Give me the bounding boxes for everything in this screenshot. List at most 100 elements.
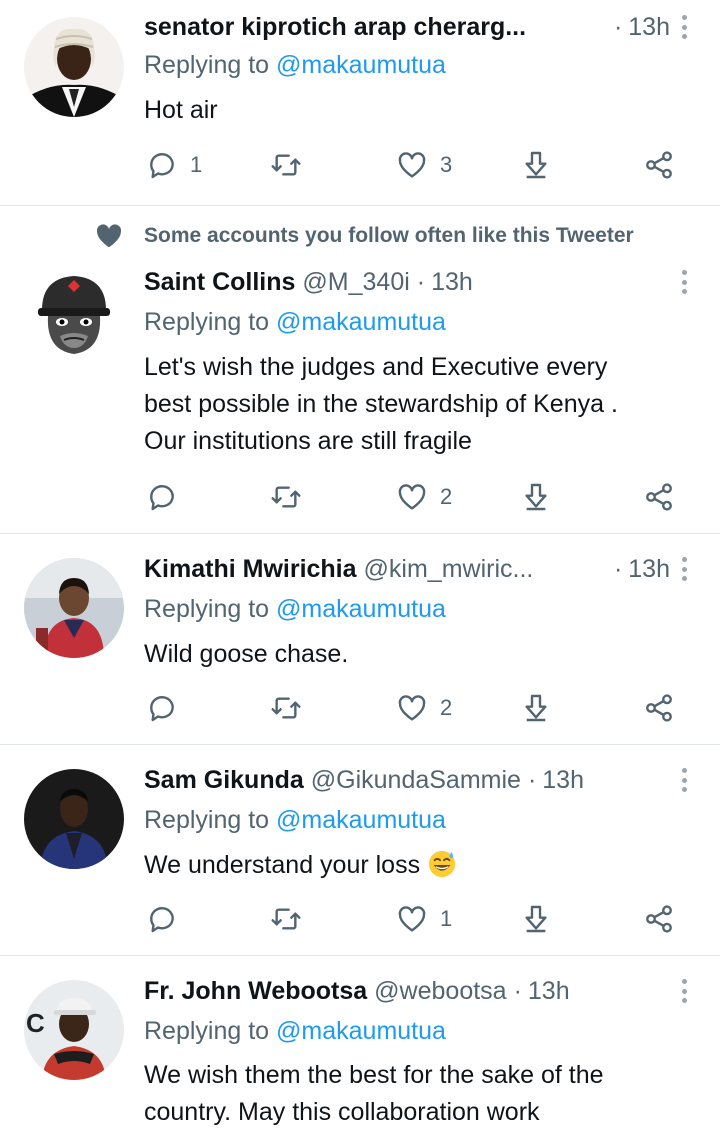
timestamp[interactable]: 13h — [542, 766, 584, 795]
user-handle[interactable]: @GikundaSammie — [311, 766, 521, 795]
heart-icon — [398, 152, 426, 178]
more-options-icon[interactable] — [678, 765, 690, 795]
replying-to: Replying to @makaumutua — [144, 308, 446, 337]
share-icon — [646, 694, 672, 722]
timestamp[interactable]: 13h — [528, 977, 570, 1006]
share-icon — [646, 905, 672, 933]
like-button[interactable]: 1 — [396, 899, 452, 939]
share-button[interactable] — [643, 477, 675, 517]
sweat-smile-emoji — [428, 850, 456, 878]
display-name[interactable]: Saint Collins — [144, 268, 295, 297]
mention-link[interactable]: @makaumutua — [276, 308, 446, 336]
divider — [0, 533, 720, 534]
social-context-text: Some accounts you follow often like this… — [144, 224, 634, 247]
download-button[interactable] — [520, 688, 552, 728]
reply-button[interactable] — [146, 899, 178, 939]
display-name[interactable]: Kimathi Mwirichia — [144, 555, 357, 584]
mention-link[interactable]: @makaumutua — [276, 1017, 446, 1045]
heart-icon — [398, 906, 426, 932]
heart-filled-icon — [96, 224, 122, 248]
svg-text:C: C — [26, 1008, 45, 1038]
reply-icon — [150, 153, 174, 179]
tweet-header: Saint Collins @M_340i · 13h — [144, 264, 670, 300]
download-icon — [525, 151, 547, 179]
retweet-button[interactable] — [270, 688, 302, 728]
timestamp[interactable]: 13h — [431, 268, 473, 297]
avatar[interactable] — [24, 264, 124, 364]
heart-icon — [398, 484, 426, 510]
like-button[interactable]: 2 — [396, 477, 452, 517]
mention-link[interactable]: @makaumutua — [276, 806, 446, 834]
avatar[interactable] — [24, 17, 124, 117]
timestamp[interactable]: 13h — [628, 555, 670, 584]
avatar[interactable]: C — [24, 980, 124, 1080]
retweet-button[interactable] — [270, 899, 302, 939]
share-button[interactable] — [643, 145, 675, 185]
replying-to: Replying to @makaumutua — [144, 595, 446, 624]
replying-label: Replying to — [144, 1017, 270, 1045]
tweet-text: Wild goose chase. — [144, 640, 349, 668]
replying-label: Replying to — [144, 806, 270, 834]
user-handle[interactable]: @M_340i — [302, 268, 409, 297]
social-context: Some accounts you follow often like this… — [94, 220, 634, 252]
mention-link[interactable]: @makaumutua — [276, 51, 446, 79]
user-handle[interactable]: @webootsa — [374, 977, 506, 1006]
more-options-icon[interactable] — [678, 267, 690, 297]
more-options-icon[interactable] — [678, 12, 690, 42]
more-options-icon[interactable] — [678, 554, 690, 584]
download-button[interactable] — [520, 899, 552, 939]
replying-label: Replying to — [144, 595, 270, 623]
reply-count: 1 — [190, 152, 203, 177]
tweet-header: Fr. John Webootsa @webootsa · 13h — [144, 973, 670, 1009]
like-count: 2 — [440, 484, 453, 509]
avatar[interactable] — [24, 558, 124, 658]
share-icon — [646, 483, 672, 511]
tweet-text-line: country. May this collaboration work — [144, 1098, 540, 1126]
tweet-text-line: We wish them the best for the sake of th… — [144, 1061, 604, 1089]
display-name[interactable]: Fr. John Webootsa — [144, 977, 367, 1006]
download-button[interactable] — [520, 477, 552, 517]
share-icon — [646, 151, 672, 179]
user-handle[interactable]: @kim_mwiric... — [364, 555, 534, 584]
timestamp[interactable]: 13h — [628, 13, 670, 42]
replying-label: Replying to — [144, 51, 270, 79]
reply-button[interactable]: 1 — [146, 145, 202, 185]
tweet-text: We understand your loss — [144, 847, 690, 884]
retweet-button[interactable] — [270, 477, 302, 517]
reply-button[interactable] — [146, 477, 178, 517]
like-button[interactable]: 3 — [396, 145, 452, 185]
like-button[interactable]: 2 — [396, 688, 452, 728]
replying-to: Replying to @makaumutua — [144, 51, 446, 80]
separator-dot: · — [527, 765, 537, 794]
download-button[interactable] — [520, 145, 552, 185]
reply-button[interactable] — [146, 688, 178, 728]
judge-wig-avatar — [24, 17, 124, 117]
avatar[interactable] — [24, 769, 124, 869]
retweet-icon — [271, 486, 301, 508]
tweet-text-line: Let's wish the judges and Executive ever… — [144, 353, 608, 381]
retweet-icon — [271, 908, 301, 930]
divider — [0, 205, 720, 206]
tweet-text-line: best possible in the stewardship of Keny… — [144, 390, 618, 418]
tweet-text-content: We understand your loss — [144, 851, 421, 879]
more-options-icon[interactable] — [678, 976, 690, 1006]
reply-icon — [150, 485, 174, 511]
separator-dot: · — [513, 976, 522, 1005]
share-button[interactable] — [643, 688, 675, 728]
man-suit-avatar — [24, 769, 124, 869]
action-bar: 2 — [0, 688, 720, 728]
download-icon — [525, 483, 547, 511]
tweet-text: Let's wish the judges and Executive ever… — [144, 349, 690, 460]
display-name[interactable]: senator kiprotich arap cherarg... — [144, 13, 526, 42]
download-icon — [525, 905, 547, 933]
retweet-button[interactable] — [270, 145, 314, 185]
replying-to: Replying to @makaumutua — [144, 806, 446, 835]
share-button[interactable] — [643, 899, 675, 939]
retweet-icon — [271, 154, 301, 176]
action-bar: 1 — [0, 899, 720, 939]
mention-link[interactable]: @makaumutua — [276, 595, 446, 623]
tweet-header: Sam Gikunda @GikundaSammie · 13h — [144, 762, 670, 798]
like-count: 2 — [440, 695, 453, 720]
display-name[interactable]: Sam Gikunda — [144, 766, 304, 795]
separator-dot: · — [613, 554, 623, 583]
